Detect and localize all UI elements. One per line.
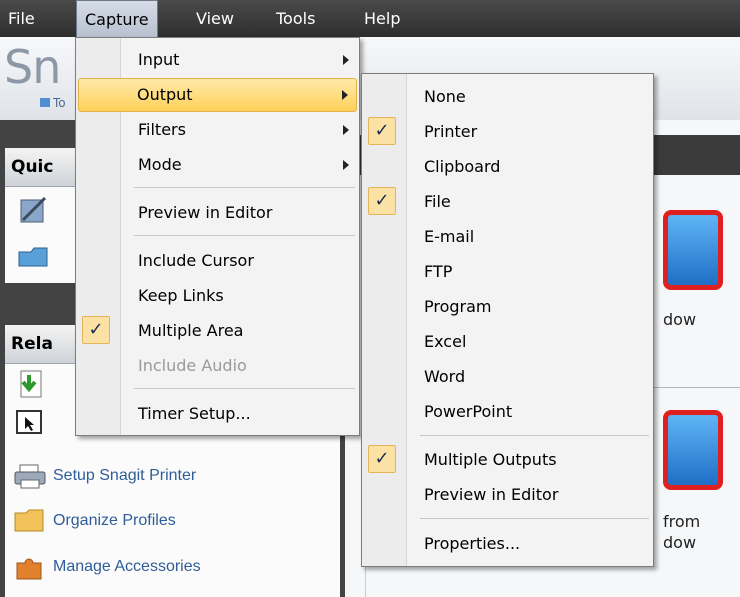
menu-item-label: Properties... xyxy=(424,534,521,553)
menu-separator xyxy=(420,435,649,436)
menu-bar: File Capture View Tools Help xyxy=(0,0,740,37)
output-submenu: None ✓ Printer Clipboard ✓ File E-mail F… xyxy=(361,73,654,567)
menu-item-label: Include Audio xyxy=(138,356,247,375)
menu-item-label: Filters xyxy=(138,120,186,139)
output-item-program[interactable]: Program xyxy=(364,290,651,324)
menu-separator xyxy=(134,187,355,188)
output-item-word[interactable]: Word xyxy=(364,360,651,394)
menu-item-input[interactable]: Input xyxy=(78,43,357,77)
checkmark-icon: ✓ xyxy=(368,445,396,473)
folder-icon xyxy=(13,507,47,535)
menu-separator xyxy=(134,235,355,236)
menu-separator xyxy=(134,388,355,389)
printer-icon xyxy=(13,462,47,490)
puzzle-icon xyxy=(13,553,47,581)
organize-profiles-label: Organize Profiles xyxy=(53,512,176,529)
menu-item-label: Clipboard xyxy=(424,157,501,176)
menu-item-label: Keep Links xyxy=(138,286,224,305)
manage-accessories-label: Manage Accessories xyxy=(53,558,201,575)
menu-item-label: Printer xyxy=(424,122,478,141)
menu-item-preview-in-editor[interactable]: Preview in Editor xyxy=(78,196,357,230)
menu-capture[interactable]: Capture xyxy=(76,0,158,37)
output-item-properties[interactable]: Properties... xyxy=(364,527,651,561)
menu-item-timer-setup[interactable]: Timer Setup... xyxy=(78,397,357,431)
editor-icon[interactable] xyxy=(17,194,51,228)
submenu-arrow-icon xyxy=(343,160,349,170)
app-logo: Sn xyxy=(4,40,61,94)
manage-accessories-link[interactable]: Manage Accessories xyxy=(13,553,201,581)
menu-item-label: File xyxy=(424,192,451,211)
checkmark-icon: ✓ xyxy=(368,187,396,215)
output-item-clipboard[interactable]: Clipboard xyxy=(364,150,651,184)
menu-item-mode[interactable]: Mode xyxy=(78,148,357,182)
output-item-file[interactable]: ✓ File xyxy=(364,185,651,219)
menu-file[interactable]: File xyxy=(0,0,43,37)
open-folder-icon[interactable] xyxy=(17,244,51,270)
menu-item-label: Timer Setup... xyxy=(138,404,251,423)
submenu-arrow-icon xyxy=(342,90,348,100)
toolbar-link-label: To xyxy=(53,96,66,110)
output-item-printer[interactable]: ✓ Printer xyxy=(364,115,651,149)
profile-label: dow xyxy=(663,533,697,552)
profile-label: dow xyxy=(663,310,697,329)
menu-item-label: Preview in Editor xyxy=(138,203,273,222)
setup-printer-label: Setup Snagit Printer xyxy=(53,467,197,484)
menu-item-label: Word xyxy=(424,367,466,386)
menu-item-label: PowerPoint xyxy=(424,402,513,421)
setup-printer-link[interactable]: Setup Snagit Printer xyxy=(13,462,196,490)
menu-view[interactable]: View xyxy=(188,0,242,37)
menu-item-label: Input xyxy=(138,50,180,69)
menu-item-label: Output xyxy=(137,85,193,104)
menu-item-label: Excel xyxy=(424,332,467,351)
menu-item-include-cursor[interactable]: Include Cursor xyxy=(78,244,357,278)
menu-item-label: Multiple Area xyxy=(138,321,244,340)
submenu-arrow-icon xyxy=(343,125,349,135)
menu-item-filters[interactable]: Filters xyxy=(78,113,357,147)
download-icon[interactable] xyxy=(15,369,45,399)
menu-help[interactable]: Help xyxy=(356,0,408,37)
capture-cursor-icon[interactable] xyxy=(15,409,45,435)
scrolling-window-profile-icon[interactable] xyxy=(663,410,723,490)
output-item-email[interactable]: E-mail xyxy=(364,220,651,254)
organize-profiles-link[interactable]: Organize Profiles xyxy=(13,507,176,535)
menu-item-multiple-area[interactable]: ✓ Multiple Area xyxy=(78,314,357,348)
checkmark-icon: ✓ xyxy=(82,316,110,344)
menu-item-label: Preview in Editor xyxy=(424,485,559,504)
menu-item-label: Program xyxy=(424,297,492,316)
window-profile-icon[interactable] xyxy=(663,210,723,290)
submenu-arrow-icon xyxy=(343,55,349,65)
output-item-powerpoint[interactable]: PowerPoint xyxy=(364,395,651,429)
menu-item-include-audio: Include Audio xyxy=(78,349,357,383)
menu-item-label: None xyxy=(424,87,466,106)
output-item-ftp[interactable]: FTP xyxy=(364,255,651,289)
output-item-preview-in-editor[interactable]: Preview in Editor xyxy=(364,478,651,512)
checkmark-icon: ✓ xyxy=(368,117,396,145)
menu-item-output[interactable]: Output xyxy=(78,78,357,112)
output-item-excel[interactable]: Excel xyxy=(364,325,651,359)
menu-separator xyxy=(420,518,649,519)
menu-item-label: Include Cursor xyxy=(138,251,254,270)
menu-item-label: Multiple Outputs xyxy=(424,450,557,469)
menu-item-label: E-mail xyxy=(424,227,475,246)
mail-icon xyxy=(40,98,50,107)
toolbar-link[interactable]: To xyxy=(40,96,66,110)
output-item-multiple-outputs[interactable]: ✓ Multiple Outputs xyxy=(364,443,651,477)
menu-tools[interactable]: Tools xyxy=(268,0,323,37)
menu-item-label: FTP xyxy=(424,262,453,281)
menu-item-keep-links[interactable]: Keep Links xyxy=(78,279,357,313)
output-item-none[interactable]: None xyxy=(364,80,651,114)
menu-item-label: Mode xyxy=(138,155,182,174)
capture-menu: Input Output Filters Mode Preview in Edi… xyxy=(75,37,360,436)
profile-label: from xyxy=(663,512,701,531)
